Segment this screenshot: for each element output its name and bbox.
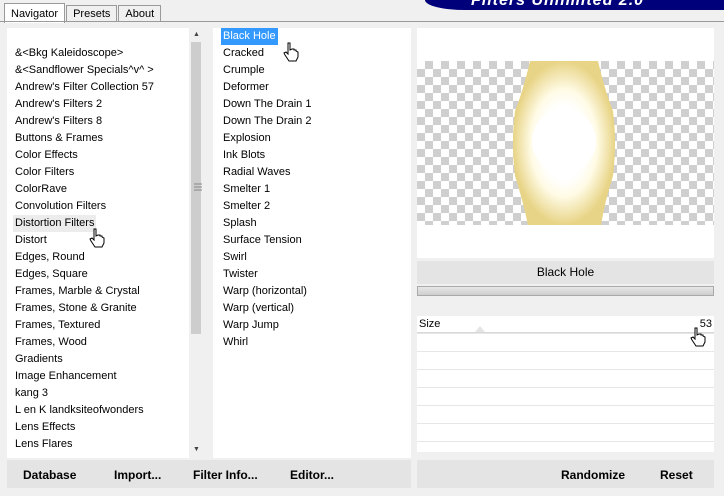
preview-image[interactable] — [417, 61, 714, 225]
scroll-up-arrow-icon[interactable]: ▲ — [189, 29, 204, 41]
filter-item[interactable]: Deformer — [221, 79, 271, 96]
bottom-toolbar-right: Randomize Reset — [417, 460, 714, 488]
filter-item[interactable]: Ink Blots — [221, 147, 267, 164]
hand-cursor-icon — [89, 228, 105, 248]
database-button[interactable]: Database — [23, 460, 76, 488]
category-item[interactable]: Distortion Filters — [13, 215, 97, 232]
category-item[interactable]: Andrew's Filter Collection 57 — [15, 79, 154, 96]
banner-title: Filters Unlimited 2.0 — [471, 0, 645, 9]
scroll-down-arrow-icon[interactable]: ▼ — [189, 444, 204, 456]
filter-info-button[interactable]: Filter Info... — [193, 460, 258, 488]
param-row-size[interactable]: Size 53 — [417, 316, 714, 334]
filter-item[interactable]: Swirl — [221, 249, 249, 266]
category-item[interactable]: Frames, Textured — [15, 317, 100, 334]
filter-item[interactable]: Cracked — [221, 45, 266, 62]
filter-item[interactable]: Twister — [221, 266, 260, 283]
editor-button[interactable]: Editor... — [290, 460, 334, 488]
category-item[interactable]: Frames, Stone & Granite — [15, 300, 137, 317]
filter-item[interactable]: Down The Drain 2 — [221, 113, 313, 130]
app-banner: Filters Unlimited 2.0 — [425, 0, 724, 10]
slider-track[interactable] — [417, 332, 714, 333]
randomize-button[interactable]: Randomize — [561, 460, 625, 488]
slider-pointer-icon[interactable] — [475, 326, 485, 332]
category-item[interactable]: Buttons & Frames — [15, 130, 103, 147]
category-item[interactable]: Lens Effects — [15, 419, 75, 436]
category-item[interactable]: Frames, Marble & Crystal — [15, 283, 140, 300]
category-item[interactable]: Edges, Square — [15, 266, 88, 283]
category-item[interactable]: Distort — [15, 232, 47, 249]
import-button[interactable]: Import... — [114, 460, 161, 488]
progress-bar — [417, 286, 714, 296]
filter-item[interactable]: Warp (horizontal) — [221, 283, 309, 300]
category-item[interactable]: Color Filters — [15, 164, 74, 181]
scroll-thumb[interactable] — [191, 42, 202, 334]
category-item[interactable]: Convolution Filters — [15, 198, 106, 215]
filter-item[interactable]: Smelter 2 — [221, 198, 272, 215]
param-row-empty — [417, 406, 714, 424]
filter-item[interactable]: Splash — [221, 215, 259, 232]
filter-item[interactable]: Down The Drain 1 — [221, 96, 313, 113]
filter-item[interactable]: Black Hole — [221, 28, 278, 45]
filter-item[interactable]: Crumple — [221, 62, 267, 79]
reset-button[interactable]: Reset — [660, 460, 693, 488]
category-item[interactable]: Color Effects — [15, 147, 78, 164]
category-scrollbar[interactable]: ▲ ▼ — [189, 28, 204, 458]
param-row-empty — [417, 370, 714, 388]
filter-item[interactable]: Surface Tension — [221, 232, 304, 249]
category-item[interactable]: Andrew's Filters 8 — [15, 113, 102, 130]
filter-item[interactable]: Warp (vertical) — [221, 300, 296, 317]
param-row-empty — [417, 334, 714, 352]
param-row-empty — [417, 424, 714, 442]
bottom-toolbar-left: Database Import... Filter Info... Editor… — [7, 460, 411, 488]
scroll-grip-icon — [194, 183, 202, 191]
tab-navigator[interactable]: Navigator — [4, 3, 66, 23]
category-item[interactable]: Frames, Wood — [15, 334, 87, 351]
category-item[interactable]: kang 3 — [15, 385, 48, 402]
tab-frame-line — [0, 21, 724, 22]
category-item[interactable]: Gradients — [15, 351, 63, 368]
hand-cursor-icon — [283, 42, 299, 62]
param-label: Size — [419, 318, 441, 330]
category-item[interactable]: Lens Flares — [15, 436, 72, 453]
category-item[interactable]: &<Sandflower Specials^v^ > — [15, 62, 154, 79]
parameter-panel: Size 53 — [417, 316, 714, 452]
filter-item[interactable]: Whirl — [221, 334, 250, 351]
filter-item[interactable]: Explosion — [221, 130, 273, 147]
category-item[interactable]: Image Enhancement — [15, 368, 117, 385]
filter-title: Black Hole — [417, 261, 714, 284]
black-hole-preview-graphic — [513, 61, 615, 225]
tab-about[interactable]: About — [118, 5, 162, 22]
category-item[interactable]: Andrew's Filters 2 — [15, 96, 102, 113]
category-item[interactable]: Edges, Round — [15, 249, 85, 266]
filter-item[interactable]: Smelter 1 — [221, 181, 272, 198]
tab-presets[interactable]: Presets — [66, 5, 118, 22]
category-item[interactable]: &<Bkg Kaleidoscope> — [15, 45, 123, 62]
filter-item[interactable]: Warp Jump — [221, 317, 281, 334]
category-item[interactable]: ColorRave — [15, 181, 67, 198]
param-row-empty — [417, 352, 714, 370]
filter-item[interactable]: Radial Waves — [221, 164, 292, 181]
category-item[interactable]: L en K landksiteofwonders — [15, 402, 144, 419]
hand-cursor-icon — [690, 327, 706, 347]
tab-strip: Navigator Presets About — [4, 2, 162, 23]
param-row-empty — [417, 388, 714, 406]
